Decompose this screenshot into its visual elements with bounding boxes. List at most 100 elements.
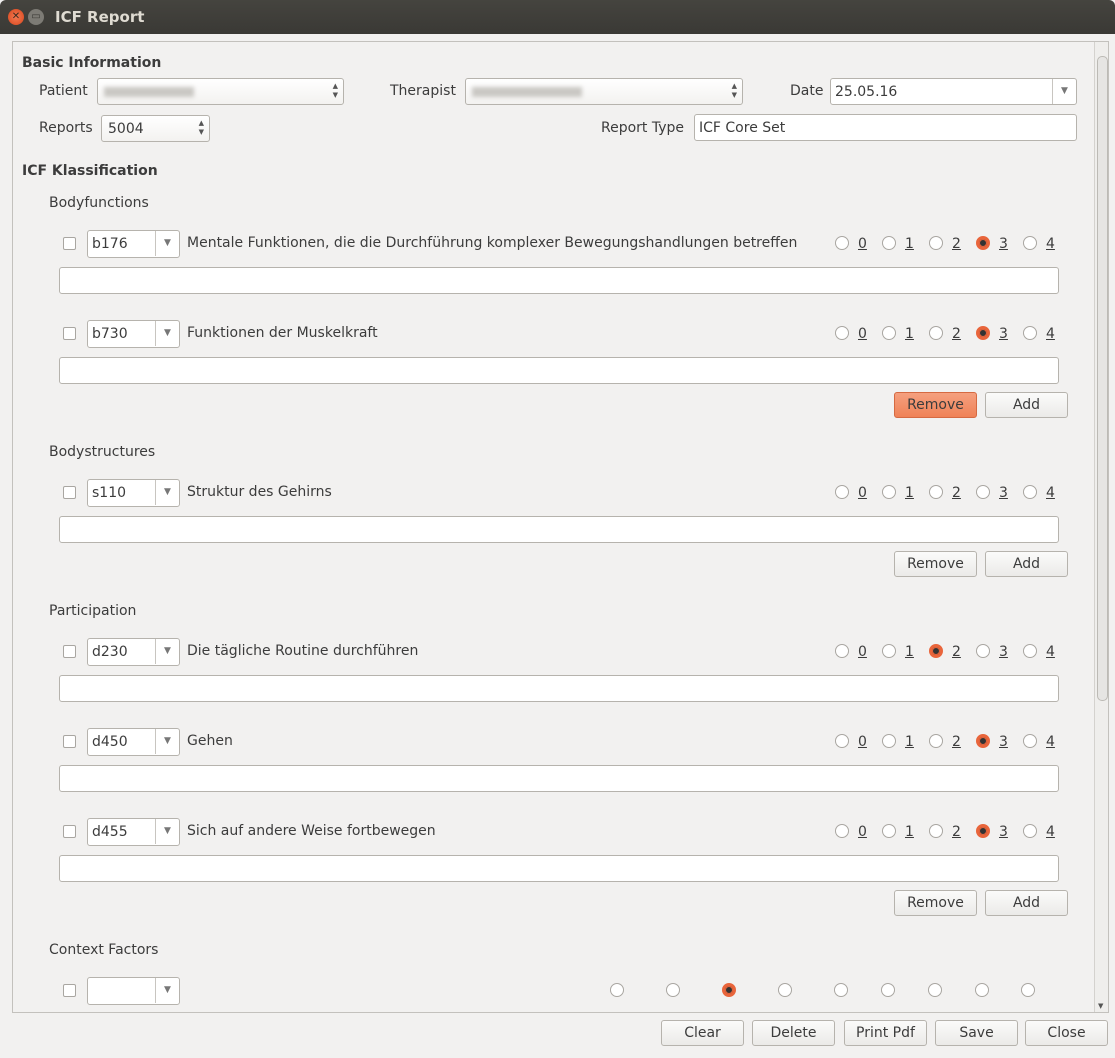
rating-radio-0[interactable] [835,485,849,499]
therapist-combo[interactable]: ▲ ▼ [465,78,743,105]
rating-radio-1[interactable] [882,734,896,748]
chevron-down-icon[interactable]: ▼ [155,978,179,1003]
icf-code-combo[interactable]: ▼ [87,977,180,1005]
rating-radio[interactable] [928,983,942,997]
date-field[interactable]: 25.05.16 ▼ [830,78,1077,105]
patient-combo[interactable]: ▲ ▼ [97,78,344,105]
item-checkbox[interactable] [63,984,76,997]
minimize-window-icon[interactable]: ▭ [28,9,44,25]
chevron-down-icon[interactable]: ▼ [155,321,179,346]
rating-radio-4[interactable] [1023,236,1037,250]
rating-radio-4[interactable] [1023,326,1037,340]
rating-radio[interactable] [778,983,792,997]
add-button[interactable]: Add [985,890,1068,916]
delete-button[interactable]: Delete [752,1020,835,1046]
item-note-field[interactable] [59,675,1059,702]
item-note-field[interactable] [59,516,1059,543]
rating-radio[interactable] [722,983,736,997]
item-note-field[interactable] [59,267,1059,294]
chevron-down-icon[interactable]: ▼ [155,819,179,844]
rating-radio-2[interactable] [929,236,943,250]
rating-radio-3[interactable] [976,644,990,658]
rating-label: 3 [999,236,1008,252]
save-button[interactable]: Save [935,1020,1018,1046]
rating-radio-2[interactable] [929,644,943,658]
item-checkbox[interactable] [63,645,76,658]
rating-radio-4[interactable] [1023,485,1037,499]
chevron-down-icon[interactable]: ▼ [155,480,179,505]
rating-radio-3[interactable] [976,734,990,748]
section-title: Bodystructures [49,444,156,460]
rating-label: 4 [1046,734,1055,750]
rating-radio-2[interactable] [929,734,943,748]
icf-code-combo[interactable]: d455 ▼ [87,818,180,846]
rating-radio-2[interactable] [929,485,943,499]
item-checkbox[interactable] [63,825,76,838]
vertical-scrollbar[interactable]: ▼ [1094,42,1108,1012]
rating-radio[interactable] [1021,983,1035,997]
rating-radio-0[interactable] [835,824,849,838]
icf-code-combo[interactable]: d450 ▼ [87,728,180,756]
remove-button[interactable]: Remove [894,551,977,577]
remove-button[interactable]: Remove [894,890,977,916]
rating-radio-1[interactable] [882,644,896,658]
chevron-down-icon[interactable]: ▼ [1052,79,1076,104]
item-note-field[interactable] [59,357,1059,384]
add-button[interactable]: Add [985,392,1068,418]
rating-label: 1 [905,326,914,342]
rating-radio-1[interactable] [882,824,896,838]
item-checkbox[interactable] [63,237,76,250]
icf-heading: ICF Klassification [22,163,158,179]
rating-radio-4[interactable] [1023,734,1037,748]
rating-radio[interactable] [881,983,895,997]
rating-radio-0[interactable] [835,644,849,658]
rating-radio-4[interactable] [1023,824,1037,838]
item-note-field[interactable] [59,765,1059,792]
rating-label: 1 [905,485,914,501]
icf-code-combo[interactable]: d230 ▼ [87,638,180,666]
therapist-label: Therapist [390,83,456,99]
item-checkbox[interactable] [63,327,76,340]
rating-radio-2[interactable] [929,824,943,838]
rating-radio[interactable] [610,983,624,997]
icf-code-combo[interactable]: s110 ▼ [87,479,180,507]
reports-spinbox[interactable]: 5004 ▲ ▼ [101,115,210,142]
rating-radio-2[interactable] [929,326,943,340]
item-checkbox[interactable] [63,486,76,499]
scroll-down-icon[interactable]: ▼ [1098,1002,1103,1010]
close-window-icon[interactable]: ✕ [8,9,24,25]
chevron-down-icon[interactable]: ▼ [155,231,179,256]
rating-radio-0[interactable] [835,236,849,250]
rating-radio-3[interactable] [976,824,990,838]
add-button[interactable]: Add [985,551,1068,577]
rating-radio-3[interactable] [976,236,990,250]
rating-radio-3[interactable] [976,485,990,499]
rating-radio-1[interactable] [882,485,896,499]
rating-radio-1[interactable] [882,326,896,340]
rating-radio[interactable] [666,983,680,997]
rating-radio-4[interactable] [1023,644,1037,658]
rating-label: 1 [905,824,914,840]
report-type-field[interactable]: ICF Core Set [694,114,1077,141]
print-pdf-button[interactable]: Print Pdf [844,1020,927,1046]
rating-radio-3[interactable] [976,326,990,340]
remove-button[interactable]: Remove [894,392,977,418]
rating-radio[interactable] [975,983,989,997]
icf-code-combo[interactable]: b176 ▼ [87,230,180,258]
clear-button[interactable]: Clear [661,1020,744,1046]
icf-description: Funktionen der Muskelkraft [187,325,378,341]
chevron-down-icon[interactable]: ▼ [155,729,179,754]
icf-description: Gehen [187,733,233,749]
close-button[interactable]: Close [1025,1020,1108,1046]
item-note-field[interactable] [59,855,1059,882]
rating-radio[interactable] [834,983,848,997]
item-checkbox[interactable] [63,735,76,748]
section-title: Context Factors [49,942,159,958]
rating-radio-0[interactable] [835,734,849,748]
chevron-down-icon[interactable]: ▼ [155,639,179,664]
icf-code-combo[interactable]: b730 ▼ [87,320,180,348]
report-type-value: ICF Core Set [699,120,786,136]
scrollbar-thumb[interactable] [1097,56,1108,701]
rating-radio-0[interactable] [835,326,849,340]
rating-radio-1[interactable] [882,236,896,250]
